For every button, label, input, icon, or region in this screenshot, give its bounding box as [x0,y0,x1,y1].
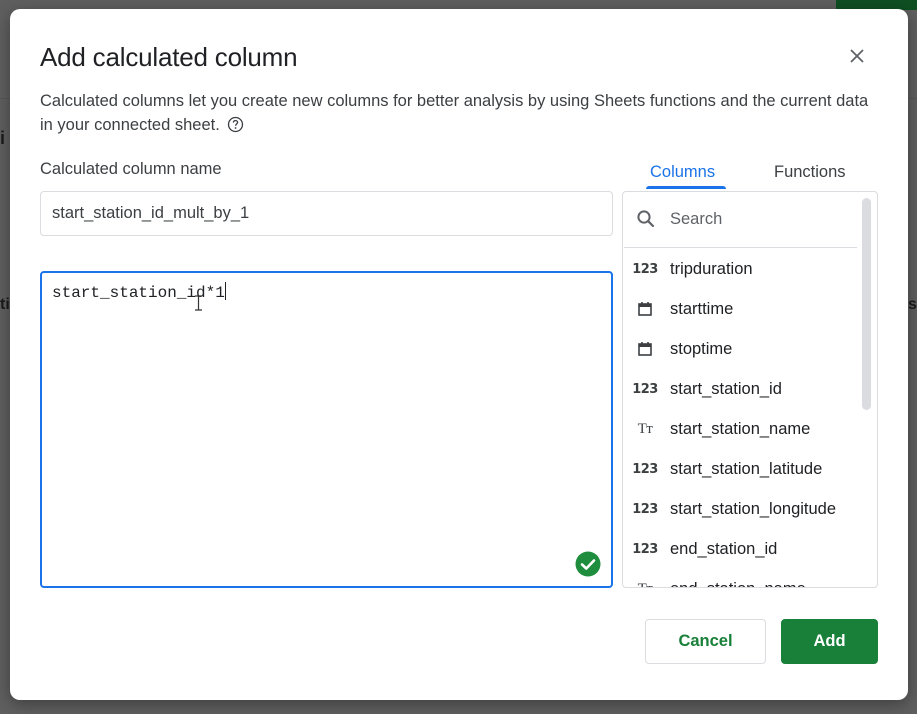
add-button[interactable]: Add [781,619,878,664]
number-type-icon: 123 [632,461,658,477]
columns-panel: 123 tripduration starttime stoptime 123 … [622,191,878,588]
cancel-button[interactable]: Cancel [645,619,766,664]
add-calculated-column-dialog: Add calculated column Calculated columns… [10,9,908,700]
column-search-input[interactable] [670,206,840,232]
bg-text-fragment: ti [0,296,10,313]
column-item-stoptime[interactable]: stoptime [623,329,863,369]
column-item-label: start_station_id [670,379,782,398]
calendar-icon [633,339,657,359]
bg-divider [0,98,10,99]
column-name-input[interactable] [40,191,613,236]
active-tab-indicator [646,186,726,189]
close-button[interactable] [844,43,870,69]
column-item-label: end_station_id [670,539,778,558]
column-name-label: Calculated column name [40,160,222,178]
tab-columns[interactable]: Columns [650,163,715,182]
column-item-label: end_station_name [670,580,806,588]
column-item-label: start_station_longitude [670,499,837,518]
column-item-label: start_station_name [670,419,811,438]
formula-valid-check-icon [575,551,601,577]
text-type-icon: Tт [633,579,657,588]
number-type-icon: 123 [632,381,658,397]
column-item-start-station-id[interactable]: 123 start_station_id [623,369,863,409]
number-type-icon: 123 [632,261,658,277]
column-list: 123 tripduration starttime stoptime 123 … [623,249,863,588]
column-item-start-station-longitude[interactable]: 123 start_station_longitude [623,489,863,529]
description-text: Calculated columns let you create new co… [40,92,869,134]
column-item-start-station-latitude[interactable]: 123 start_station_latitude [623,449,863,489]
column-item-label: stoptime [670,339,733,358]
column-search [624,192,857,248]
help-icon[interactable] [227,116,244,133]
search-icon [637,210,655,228]
dialog-title: Add calculated column [40,42,298,72]
column-item-end-station-id[interactable]: 123 end_station_id [623,529,863,569]
column-item-starttime[interactable]: starttime [623,289,863,329]
tab-functions[interactable]: Functions [774,163,846,182]
formula-editor[interactable]: start_station_id*1 [40,271,613,588]
dialog-description: Calculated columns let you create new co… [40,89,870,137]
column-item-start-station-name[interactable]: Tт start_station_name [623,409,863,449]
column-list-scrollbar[interactable] [862,198,871,410]
number-type-icon: 123 [632,501,658,517]
column-item-label: starttime [670,299,734,318]
ibeam-cursor-icon [195,295,202,311]
column-item-end-station-name[interactable]: Tт end_station_name [623,569,863,588]
bg-text-fragment: s [908,296,917,313]
bg-text-fragment: i [0,128,6,148]
text-type-icon: Tт [637,420,653,437]
column-item-label: start_station_latitude [670,459,823,478]
number-type-icon: 123 [632,541,658,557]
column-item-label: tripduration [670,259,753,278]
bg-divider [908,98,917,99]
close-icon [850,49,864,63]
calendar-icon [633,299,657,319]
text-caret [224,282,226,300]
column-item-tripduration[interactable]: 123 tripduration [623,249,863,289]
